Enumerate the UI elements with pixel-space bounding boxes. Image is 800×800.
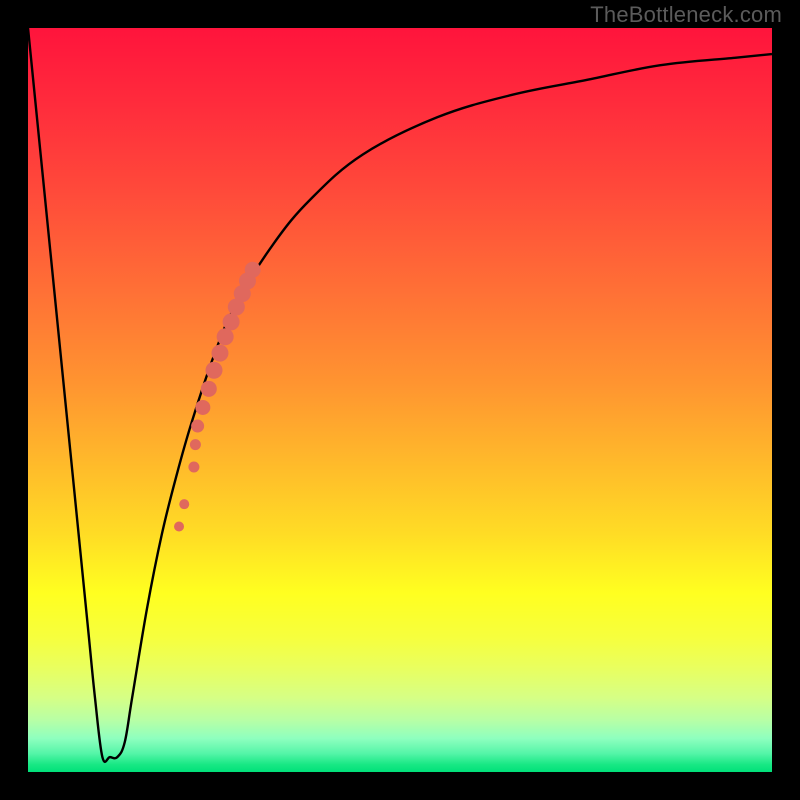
highlight-marker (190, 439, 201, 450)
plot-background (28, 28, 772, 772)
highlight-marker (217, 328, 234, 345)
watermark: TheBottleneck.com (590, 2, 782, 28)
highlight-marker (206, 362, 223, 379)
highlight-marker (191, 420, 204, 433)
highlight-marker (179, 499, 189, 509)
highlight-marker (245, 262, 261, 278)
highlight-marker (223, 313, 240, 330)
highlight-marker (195, 400, 210, 415)
highlight-marker (174, 521, 184, 531)
chart-svg (0, 0, 800, 800)
highlight-marker (201, 381, 217, 397)
highlight-marker (211, 345, 228, 362)
highlight-marker (188, 461, 199, 472)
chart-frame: { "watermark": "TheBottleneck.com", "col… (0, 0, 800, 800)
